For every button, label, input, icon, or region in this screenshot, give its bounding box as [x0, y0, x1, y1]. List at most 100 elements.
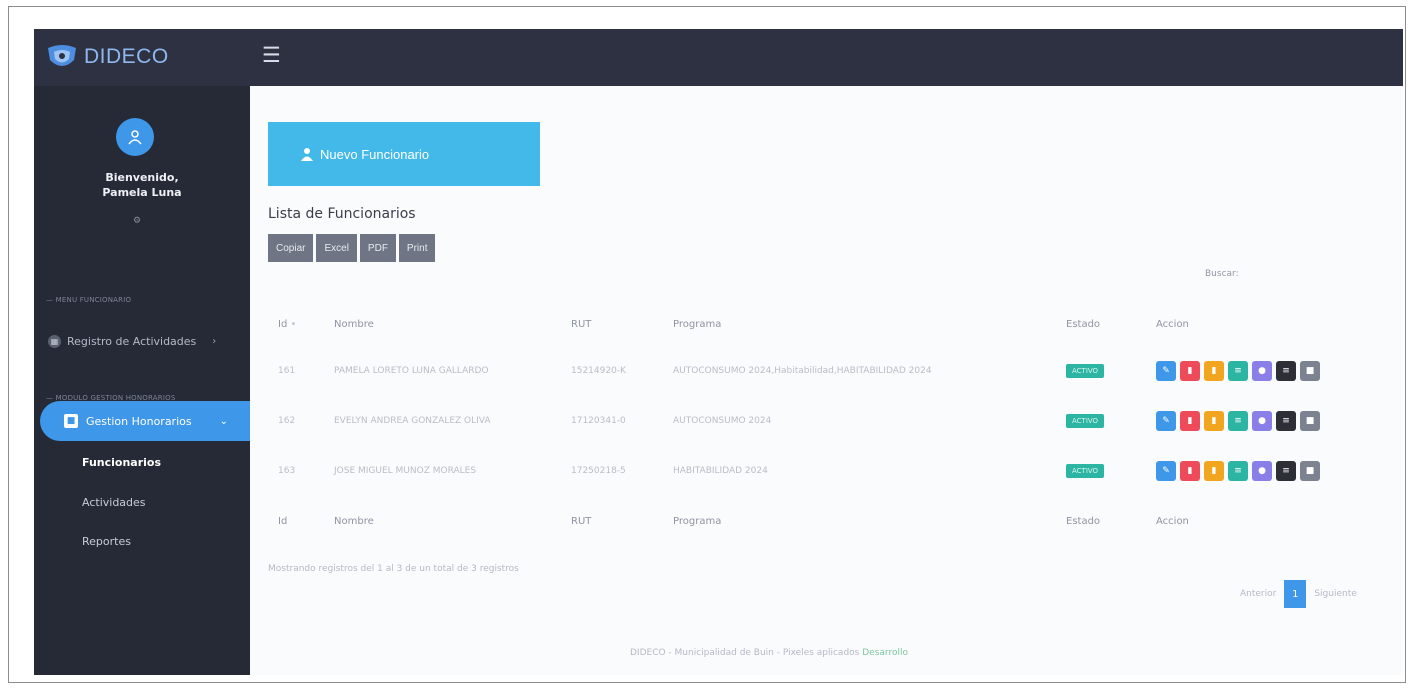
status-badge: ACTIVO	[1066, 364, 1105, 378]
cell-rut: 17120341-0	[571, 416, 626, 426]
print-button[interactable]: Print	[398, 234, 436, 262]
welcome-greeting: Bienvenido,	[105, 171, 179, 184]
table-footer-row: Id Nombre RUT Programa Estado Accion	[268, 496, 1388, 546]
cell-accion: ✎ ▮ ▮ ≡ ● ≡ ■	[1150, 446, 1388, 496]
sidebar-item-label: Registro de Actividades	[67, 335, 197, 348]
cell-rut: 15214920-K	[571, 366, 626, 376]
list-icon[interactable]: ≡	[1228, 361, 1248, 381]
chevron-right-icon: ›	[212, 336, 217, 347]
comment-icon[interactable]: ■	[1300, 411, 1320, 431]
table-row: 161 PAMELA LORETO LUNA GALLARDO 15214920…	[268, 346, 1388, 396]
delete-icon[interactable]: ▮	[1180, 411, 1200, 431]
brand-name: DIDECO	[84, 45, 169, 68]
column-header-nombre[interactable]: Nombre	[328, 302, 565, 346]
section-header-menu-funcionario: — MENU FUNCIONARIO	[46, 296, 132, 304]
status-badge: ACTIVO	[1066, 414, 1105, 428]
settings-icon[interactable]: ⚙	[133, 216, 141, 226]
table-info-text: Mostrando registros del 1 al 3 de un tot…	[268, 564, 519, 574]
user-add-icon	[301, 148, 313, 161]
user-icon	[128, 130, 142, 145]
welcome-username: Pamela Luna	[102, 186, 182, 199]
submenu-item-funcionarios[interactable]: Funcionarios	[82, 456, 161, 469]
cell-id: 161	[278, 366, 296, 376]
cell-programa: AUTOCONSUMO 2024,Habitabilidad,HABITABIL…	[673, 366, 932, 376]
edit-icon[interactable]: ✎	[1156, 361, 1176, 381]
cell-estado: ACTIVO	[1060, 346, 1150, 396]
row-actions: ✎ ▮ ▮ ≡ ● ≡ ■	[1156, 361, 1388, 381]
footer-credit-link[interactable]: Desarrollo	[862, 648, 908, 658]
submenu-item-actividades[interactable]: Actividades	[82, 496, 146, 509]
column-header-programa[interactable]: Programa	[667, 302, 1060, 346]
cell-accion: ✎ ▮ ▮ ≡ ● ≡ ■	[1150, 346, 1388, 396]
copy-button[interactable]: Copiar	[268, 234, 314, 262]
user-icon[interactable]: ●	[1252, 361, 1272, 381]
table-header-row: Id • Nombre RUT Programa Estado Accion	[268, 302, 1388, 346]
footer-text: DIDECO - Municipalidad de Buin - Pixeles…	[630, 648, 860, 658]
column-footer-programa: Programa	[673, 515, 722, 527]
shield-icon: ■	[64, 414, 78, 428]
cell-nombre: JOSE MIGUEL MUNOZ MORALES	[334, 466, 477, 476]
column-header-estado[interactable]: Estado	[1060, 302, 1150, 346]
list-icon[interactable]: ≡	[1228, 461, 1248, 481]
cell-nombre: EVELYN ANDREA GONZALEZ OLIVA	[334, 416, 491, 426]
excel-button[interactable]: Excel	[316, 234, 357, 262]
column-footer-estado: Estado	[1066, 515, 1101, 527]
menu-icon[interactable]: ≡	[1276, 361, 1296, 381]
pagination-next[interactable]: Siguiente	[1314, 589, 1356, 599]
app-window: DIDECO ☰ Bienvenido, Pamela Luna ⚙ — MEN…	[34, 29, 1403, 675]
table-row: 162 EVELYN ANDREA GONZALEZ OLIVA 1712034…	[268, 396, 1388, 446]
page-footer: DIDECO - Municipalidad de Buin - Pixeles…	[630, 648, 908, 658]
table-row: 163 JOSE MIGUEL MUNOZ MORALES 17250218-5…	[268, 446, 1388, 496]
document-icon[interactable]: ▮	[1204, 411, 1224, 431]
column-footer-accion: Accion	[1156, 515, 1189, 527]
grid-icon: ▦	[48, 335, 61, 348]
delete-icon[interactable]: ▮	[1180, 361, 1200, 381]
column-header-accion[interactable]: Accion	[1150, 302, 1388, 346]
edit-icon[interactable]: ✎	[1156, 411, 1176, 431]
column-footer-rut: RUT	[571, 515, 592, 527]
pagination-previous[interactable]: Anterior	[1240, 589, 1276, 599]
comment-icon[interactable]: ■	[1300, 461, 1320, 481]
cell-nombre: PAMELA LORETO LUNA GALLARDO	[334, 366, 489, 376]
list-icon[interactable]: ≡	[1228, 411, 1248, 431]
cell-estado: ACTIVO	[1060, 446, 1150, 496]
user-icon[interactable]: ●	[1252, 461, 1272, 481]
user-avatar[interactable]	[116, 118, 154, 156]
main-content: Nuevo Funcionario Lista de Funcionarios …	[250, 86, 1403, 675]
cell-rut: 17250218-5	[571, 466, 626, 476]
column-footer-id: Id	[278, 515, 288, 527]
cell-id: 163	[278, 466, 296, 476]
section-header-label: MENU FUNCIONARIO	[55, 296, 132, 304]
cell-programa: HABITABILIDAD 2024	[673, 466, 768, 476]
user-icon[interactable]: ●	[1252, 411, 1272, 431]
search-label: Buscar:	[1205, 269, 1239, 279]
column-header-id[interactable]: Id •	[268, 302, 328, 346]
delete-icon[interactable]: ▮	[1180, 461, 1200, 481]
sidebar: Bienvenido, Pamela Luna ⚙ — MENU FUNCION…	[34, 86, 258, 675]
status-badge: ACTIVO	[1066, 464, 1105, 478]
brand[interactable]: DIDECO	[44, 39, 169, 75]
document-icon[interactable]: ▮	[1204, 461, 1224, 481]
submenu-item-reportes[interactable]: Reportes	[82, 535, 131, 548]
row-actions: ✎ ▮ ▮ ≡ ● ≡ ■	[1156, 461, 1388, 481]
row-actions: ✎ ▮ ▮ ≡ ● ≡ ■	[1156, 411, 1388, 431]
screenshot-frame: DIDECO ☰ Bienvenido, Pamela Luna ⚙ — MEN…	[8, 6, 1406, 683]
pdf-button[interactable]: PDF	[359, 234, 396, 262]
sidebar-item-registro-actividades[interactable]: ▦ Registro de Actividades ›	[48, 335, 216, 348]
hamburger-menu-icon[interactable]: ☰	[262, 44, 281, 66]
new-funcionario-button[interactable]: Nuevo Funcionario	[268, 122, 540, 186]
pagination-page-1[interactable]: 1	[1284, 580, 1307, 608]
export-toolbar: Copiar Excel PDF Print	[268, 234, 436, 262]
column-header-rut[interactable]: RUT	[565, 302, 667, 346]
menu-icon[interactable]: ≡	[1276, 461, 1296, 481]
cell-programa: AUTOCONSUMO 2024	[673, 416, 772, 426]
column-header-label: Id	[278, 318, 288, 330]
edit-icon[interactable]: ✎	[1156, 461, 1176, 481]
top-navbar: DIDECO ☰	[34, 29, 1403, 86]
chevron-down-icon: ⌄	[219, 415, 228, 427]
sidebar-item-gestion-honorarios[interactable]: ■ Gestion Honorarios ⌄	[40, 401, 258, 441]
document-icon[interactable]: ▮	[1204, 361, 1224, 381]
menu-icon[interactable]: ≡	[1276, 411, 1296, 431]
new-funcionario-label: Nuevo Funcionario	[320, 146, 430, 162]
comment-icon[interactable]: ■	[1300, 361, 1320, 381]
